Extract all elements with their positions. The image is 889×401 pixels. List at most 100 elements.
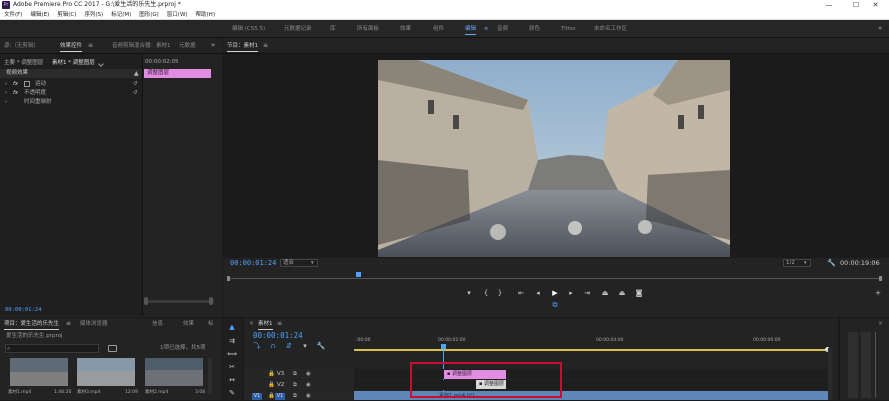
tab-audio-clip-mixer[interactable]: 音频剪辑混合器：素材1 xyxy=(112,40,171,52)
mark-out-icon[interactable]: } xyxy=(495,288,505,298)
project-search-box[interactable]: ⌕ xyxy=(5,344,99,353)
panel-menu-icon[interactable]: ≡ xyxy=(66,320,71,327)
tab-metadata[interactable]: 元数据 xyxy=(179,40,196,52)
range-start-handle[interactable] xyxy=(227,276,230,281)
source-patch-v1[interactable]: V1 xyxy=(252,393,262,400)
ripple-edit-tool-icon[interactable]: ⟺ xyxy=(227,349,237,359)
clip-thumbnail-2[interactable] xyxy=(77,358,135,386)
work-area-bar[interactable] xyxy=(354,349,828,351)
tab-markers[interactable]: 标 xyxy=(208,318,214,330)
workspace-libraries[interactable]: 库 xyxy=(330,20,336,38)
add-marker-icon[interactable]: ▾ xyxy=(464,288,474,298)
program-time-ruler[interactable] xyxy=(229,278,883,279)
tab-effect-controls[interactable]: 效果控件 xyxy=(60,40,83,52)
track-name-v1[interactable]: V1 xyxy=(275,393,285,400)
go-to-in-icon[interactable]: ⇤ xyxy=(516,288,526,298)
sync-lock-icon[interactable]: ⧉ xyxy=(293,370,297,379)
tab-info[interactable]: 信息 xyxy=(152,318,163,330)
workspace-all-panels[interactable]: 所有面板 xyxy=(357,20,379,38)
razor-tool-icon[interactable]: ✂ xyxy=(227,362,237,372)
workspace-edit-cs55[interactable]: 编辑 (CS5.5) xyxy=(232,20,265,38)
timeline-settings-wrench-icon[interactable]: 🔧 xyxy=(316,341,326,351)
clip-thumbnail-3[interactable] xyxy=(145,358,203,386)
tab-source[interactable]: 源:（无剪辑） xyxy=(4,40,39,52)
timeline-timecode[interactable]: 00:00:01:24 xyxy=(253,331,303,340)
reset-opacity-icon[interactable]: ↺ xyxy=(133,89,138,98)
chevron-down-icon[interactable] xyxy=(98,61,104,67)
expand-arrow-icon[interactable]: › xyxy=(5,89,7,98)
expand-arrow-icon[interactable]: › xyxy=(5,80,7,89)
lift-icon[interactable]: ⏏ xyxy=(600,288,610,298)
lock-track-icon[interactable]: 🔒 xyxy=(268,370,275,379)
workspace-editing[interactable]: 编辑 xyxy=(465,20,477,38)
program-playhead[interactable] xyxy=(356,272,361,277)
scroll-handle-right[interactable] xyxy=(209,297,213,305)
wrench-icon[interactable]: 🔧 xyxy=(827,259,836,267)
effect-controls-timecode[interactable]: 00:00:01:24 xyxy=(5,306,41,315)
extract-icon[interactable]: ⏏ xyxy=(617,288,627,298)
transform-icon[interactable] xyxy=(24,81,30,87)
resolution-dropdown[interactable]: 1/2 ▾ xyxy=(783,259,811,267)
effect-time-remap[interactable]: 时间重映射 xyxy=(24,98,52,107)
workspace-metadata[interactable]: 元数据记录 xyxy=(284,20,312,38)
workspace-overflow-icon[interactable]: » xyxy=(878,24,882,32)
effect-clip-bar[interactable]: 调整图层 xyxy=(144,69,211,78)
eye-icon[interactable]: ◉ xyxy=(306,370,311,379)
workspace-untitled[interactable]: 未命名工作区 xyxy=(594,20,627,38)
menu-marker[interactable]: 标记(M) xyxy=(107,10,135,20)
menu-file[interactable]: 文件(F) xyxy=(0,10,26,20)
close-tab-icon[interactable]: × xyxy=(249,320,254,327)
tab-sequence[interactable]: 素材1 xyxy=(258,318,273,330)
step-back-icon[interactable]: ◂ xyxy=(533,288,543,298)
close-button[interactable]: ✕ xyxy=(862,0,889,10)
expand-arrow-icon[interactable]: › xyxy=(5,98,7,107)
workspace-assembly[interactable]: 组件 xyxy=(433,20,444,38)
menu-help[interactable]: 帮助(H) xyxy=(192,10,219,20)
project-search-input[interactable] xyxy=(15,345,95,352)
mini-timeline-scrollbar[interactable] xyxy=(144,300,214,303)
panel-overflow-icon[interactable]: » xyxy=(211,41,215,49)
breadcrumb-sequence[interactable]: 素材1 * 调整图层 xyxy=(52,59,95,68)
collapse-up-icon[interactable]: ▲ xyxy=(134,70,139,77)
workspace-audio[interactable]: 音频 xyxy=(497,20,508,38)
sync-lock-icon[interactable]: ⧉ xyxy=(293,381,297,390)
timeline-scrollbar[interactable] xyxy=(828,348,832,400)
snap-magnet-icon[interactable]: ∩ xyxy=(268,341,278,351)
panel-menu-icon[interactable]: ≡ xyxy=(277,320,282,327)
new-bin-icon[interactable] xyxy=(108,345,117,352)
menu-sequence[interactable]: 序列(S) xyxy=(80,10,107,20)
range-end-handle[interactable] xyxy=(879,276,882,281)
workspace-effects[interactable]: 效果 xyxy=(400,20,411,38)
track-select-tool-icon[interactable]: ⇉ xyxy=(227,336,237,346)
workspace-color[interactable]: 颜色 xyxy=(529,20,540,38)
track-name-v3[interactable]: V3 xyxy=(277,370,284,379)
mark-in-icon[interactable]: { xyxy=(481,288,491,298)
add-button-icon[interactable]: + xyxy=(873,288,883,298)
panel-menu-icon[interactable]: ≡ xyxy=(88,42,93,49)
play-icon[interactable]: ▶ xyxy=(550,288,560,298)
linked-selection-icon[interactable]: ⇵ xyxy=(284,341,294,351)
reset-motion-icon[interactable]: ↺ xyxy=(133,80,138,89)
nest-icon[interactable]: ⤵ xyxy=(252,341,262,351)
comparison-view-icon[interactable]: ⧉ xyxy=(550,300,560,310)
add-marker-icon[interactable]: ▾ xyxy=(300,341,310,351)
program-timecode[interactable]: 00:00:01:24 xyxy=(230,259,276,268)
workspace-menu-icon[interactable]: ≡ xyxy=(484,26,488,32)
step-forward-icon[interactable]: ▸ xyxy=(566,288,576,298)
project-scrollbar[interactable] xyxy=(208,358,212,394)
track-name-v2[interactable]: V2 xyxy=(277,381,284,390)
menu-edit[interactable]: 编辑(E) xyxy=(26,10,53,20)
fit-dropdown[interactable]: 适合 ▾ xyxy=(280,259,318,267)
eye-icon[interactable]: ◉ xyxy=(306,381,311,390)
export-frame-camera-icon[interactable]: ◙ xyxy=(634,288,644,298)
effect-opacity[interactable]: 不透明度 xyxy=(24,89,46,98)
menu-graphics[interactable]: 图形(G) xyxy=(135,10,163,20)
tab-effects[interactable]: 效果 xyxy=(183,318,194,330)
lock-track-icon[interactable]: 🔒 xyxy=(268,381,275,390)
effect-motion[interactable]: 运动 xyxy=(35,80,46,89)
tab-project[interactable]: 项目：爱生活的乐先生 xyxy=(4,318,60,330)
workspace-titles[interactable]: Titles xyxy=(561,20,576,38)
breadcrumb-master[interactable]: 主要 * 调整图层 xyxy=(4,59,43,68)
selection-tool-icon[interactable]: ▲ xyxy=(227,322,237,332)
slip-tool-icon[interactable]: ↔ xyxy=(227,375,237,385)
